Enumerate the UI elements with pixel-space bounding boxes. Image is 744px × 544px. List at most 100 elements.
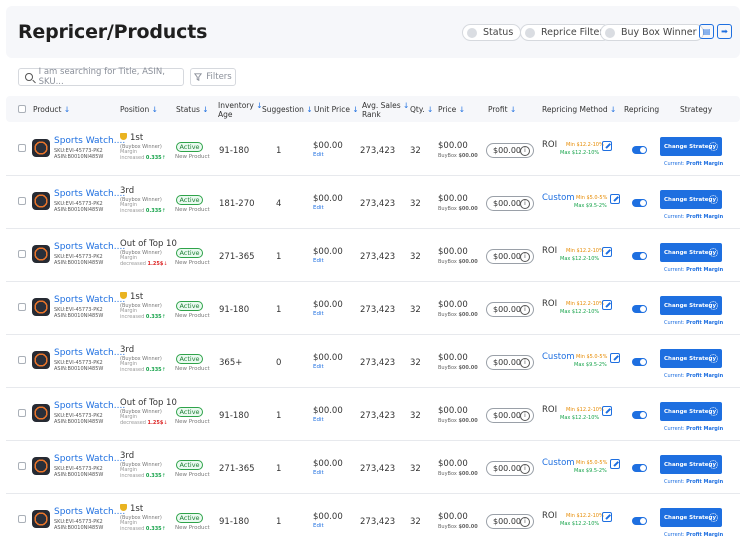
- repricing-toggle[interactable]: [632, 358, 647, 366]
- info-icon[interactable]: i: [520, 464, 530, 474]
- profit-input[interactable]: $00.00 i: [486, 461, 534, 476]
- row-checkbox[interactable]: [18, 303, 26, 311]
- column-unit-price[interactable]: Unit Price ↓: [314, 105, 359, 114]
- product-name-link[interactable]: Sports Watch....: [54, 136, 125, 146]
- column-avg-sales-rank[interactable]: Avg. Sales ↓ Rank: [362, 101, 409, 119]
- column-qty[interactable]: Qty. ↓: [410, 105, 433, 114]
- current-strategy: Current: Profit Margin: [664, 426, 724, 432]
- product-name-link[interactable]: Sports Watch....: [54, 189, 125, 199]
- unit-price-edit-link[interactable]: Edit: [313, 417, 324, 423]
- product-name-link[interactable]: Sports Watch....: [54, 295, 125, 305]
- column-inventory-age[interactable]: Inventory ↓ Age: [218, 101, 263, 119]
- edit-pencil-icon[interactable]: [602, 300, 612, 310]
- repricing-toggle[interactable]: [632, 517, 647, 525]
- repricing-toggle[interactable]: [632, 411, 647, 419]
- product-thumbnail: [32, 245, 50, 263]
- column-repricing-method[interactable]: Repricing Method ↓: [542, 105, 616, 114]
- avg-sales-rank-value: 273,423: [360, 411, 396, 421]
- select-all-checkbox[interactable]: [18, 105, 26, 113]
- unit-price-edit-link[interactable]: Edit: [313, 258, 324, 264]
- reprice-filter-chip[interactable]: Reprice Filter: [520, 24, 612, 41]
- row-checkbox[interactable]: [18, 144, 26, 152]
- unit-price-edit-link[interactable]: Edit: [313, 152, 324, 158]
- filters-button[interactable]: Filters: [190, 68, 236, 86]
- edit-pencil-icon[interactable]: [610, 459, 620, 469]
- row-checkbox[interactable]: [18, 356, 26, 364]
- status-sub: New Product: [175, 260, 210, 266]
- table-row[interactable]: Sports Watch.... SKU:EVI-45773-PK2 ASIN:…: [6, 494, 740, 544]
- repricing-max: Max $12.2-10%: [560, 309, 600, 315]
- edit-pencil-icon[interactable]: [610, 353, 620, 363]
- column-position[interactable]: Position ↓: [120, 105, 158, 114]
- unit-price-edit-link[interactable]: Edit: [313, 523, 324, 529]
- profit-input[interactable]: $00.00 i: [486, 249, 534, 264]
- profit-input[interactable]: $00.00 i: [486, 355, 534, 370]
- unit-price-edit-link[interactable]: Edit: [313, 205, 324, 211]
- info-icon[interactable]: i: [520, 146, 530, 156]
- change-strategy-button[interactable]: Change Strategy: [660, 402, 722, 421]
- status-sub: New Product: [175, 313, 210, 319]
- unit-price-edit-link[interactable]: Edit: [313, 470, 324, 476]
- info-icon[interactable]: i: [520, 305, 530, 315]
- document-icon[interactable]: ▤: [699, 24, 714, 39]
- repricing-toggle[interactable]: [632, 252, 647, 260]
- change-strategy-button[interactable]: Change Strategy: [660, 296, 722, 315]
- repricing-toggle[interactable]: [632, 305, 647, 313]
- change-strategy-button[interactable]: Change Strategy: [660, 137, 722, 156]
- repricing-toggle[interactable]: [632, 464, 647, 472]
- info-icon[interactable]: i: [520, 411, 530, 421]
- info-icon[interactable]: i: [520, 252, 530, 262]
- column-profit[interactable]: Profit ↓: [488, 105, 516, 114]
- repricing-toggle[interactable]: [632, 199, 647, 207]
- status-filter-chip[interactable]: Status: [462, 24, 522, 41]
- column-suggestion[interactable]: Suggestion ↓: [262, 105, 313, 114]
- column-price[interactable]: Price ↓: [438, 105, 465, 114]
- row-checkbox[interactable]: [18, 462, 26, 470]
- product-name-link[interactable]: Sports Watch....: [54, 507, 125, 517]
- edit-pencil-icon[interactable]: [610, 194, 620, 204]
- product-name-link[interactable]: Sports Watch....: [54, 242, 125, 252]
- row-checkbox[interactable]: [18, 409, 26, 417]
- unit-price-edit-link[interactable]: Edit: [313, 311, 324, 317]
- edit-pencil-icon[interactable]: [602, 141, 612, 151]
- table-row[interactable]: Sports Watch.... SKU:EVI-45773-PK2 ASIN:…: [6, 441, 740, 494]
- table-row[interactable]: Sports Watch.... SKU:EVI-45773-PK2 ASIN:…: [6, 335, 740, 388]
- export-icon[interactable]: ➡: [717, 24, 732, 39]
- unit-price-edit-link[interactable]: Edit: [313, 364, 324, 370]
- search-input[interactable]: I am searching for Title, ASIN, SKU...: [18, 67, 184, 87]
- change-strategy-button[interactable]: Change Strategy: [660, 349, 722, 368]
- profit-input[interactable]: $00.00 i: [486, 196, 534, 211]
- change-strategy-button[interactable]: Change Strategy: [660, 508, 722, 527]
- change-strategy-button[interactable]: Change Strategy: [660, 455, 722, 474]
- product-name-link[interactable]: Sports Watch....: [54, 348, 125, 358]
- row-checkbox[interactable]: [18, 250, 26, 258]
- change-strategy-button[interactable]: Change Strategy: [660, 243, 722, 262]
- unit-price-value: $00.00: [313, 512, 343, 522]
- repricing-toggle[interactable]: [632, 146, 647, 154]
- profit-input[interactable]: $00.00 i: [486, 408, 534, 423]
- edit-pencil-icon[interactable]: [602, 512, 612, 522]
- change-strategy-button[interactable]: Change Strategy: [660, 190, 722, 209]
- qty-value: 32: [410, 146, 421, 156]
- edit-pencil-icon[interactable]: [602, 247, 612, 257]
- table-row[interactable]: Sports Watch.... SKU:EVI-45773-PK2 ASIN:…: [6, 176, 740, 229]
- info-icon[interactable]: i: [520, 358, 530, 368]
- buy-box-winner-chip[interactable]: Buy Box Winner: [600, 24, 705, 41]
- table-row[interactable]: Sports Watch.... SKU:EVI-45773-PK2 ASIN:…: [6, 388, 740, 441]
- edit-pencil-icon[interactable]: [602, 406, 612, 416]
- column-strategy: Strategy: [680, 105, 713, 114]
- row-checkbox[interactable]: [18, 197, 26, 205]
- column-status[interactable]: Status ↓: [176, 105, 209, 114]
- row-checkbox[interactable]: [18, 515, 26, 523]
- profit-input[interactable]: $00.00 i: [486, 514, 534, 529]
- product-name-link[interactable]: Sports Watch....: [54, 454, 125, 464]
- product-name-link[interactable]: Sports Watch....: [54, 401, 125, 411]
- info-icon[interactable]: i: [520, 199, 530, 209]
- table-row[interactable]: Sports Watch.... SKU:EVI-45773-PK2 ASIN:…: [6, 282, 740, 335]
- table-row[interactable]: Sports Watch.... SKU:EVI-45773-PK2 ASIN:…: [6, 229, 740, 282]
- profit-input[interactable]: $00.00 i: [486, 302, 534, 317]
- profit-input[interactable]: $00.00 i: [486, 143, 534, 158]
- info-icon[interactable]: i: [520, 517, 530, 527]
- column-product[interactable]: Product ↓: [33, 105, 70, 114]
- table-row[interactable]: Sports Watch.... SKU:EVI-45773-PK2 ASIN:…: [6, 123, 740, 176]
